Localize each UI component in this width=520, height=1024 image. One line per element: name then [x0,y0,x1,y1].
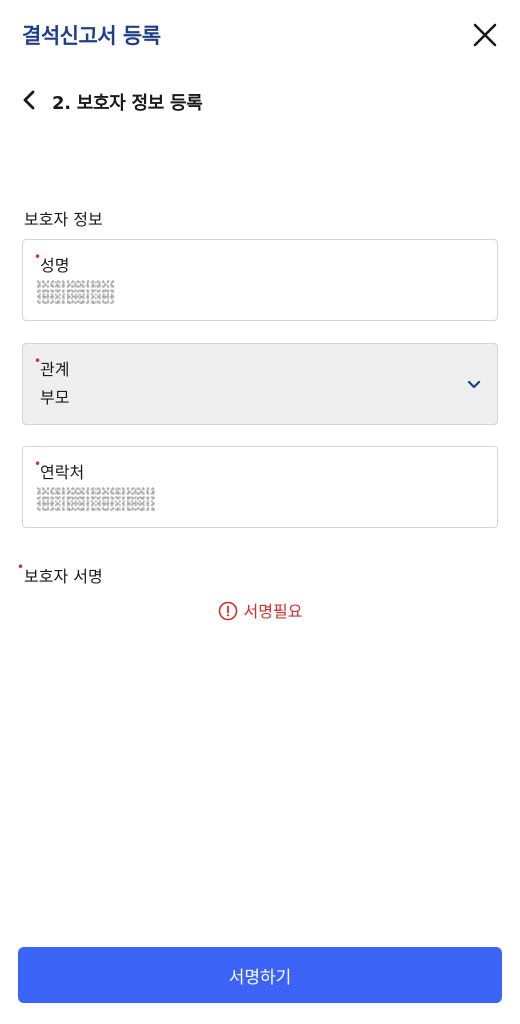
signature-label: • 보호자 서명 [17,560,103,587]
sign-button[interactable]: 서명하기 [18,947,502,1003]
section-title: 보호자 정보 [24,210,103,229]
chevron-left-icon[interactable] [18,88,42,112]
signature-status-text: 서명필요 [243,602,303,621]
relation-value: 부모 [40,388,70,407]
phone-label: • 연락처 [34,457,85,483]
masked-name-value [37,280,115,304]
relation-select[interactable]: • 관계 부모 [22,343,498,425]
signature-label-text: 보호자 서명 [24,567,103,586]
relation-label: • 관계 [34,354,70,380]
guardian-name-field[interactable]: • 성명 [22,239,498,321]
close-icon[interactable] [470,20,500,50]
guardian-phone-field[interactable]: • 연락처 [22,446,498,528]
required-mark: • [34,354,42,368]
page-title: 결석신고서 등록 [22,24,161,48]
required-mark: • [34,457,42,471]
required-mark: • [34,250,42,264]
header: 결석신고서 등록 [0,0,520,72]
alert-circle-icon [218,601,238,621]
name-label: • 성명 [34,250,70,276]
required-mark: • [17,560,25,574]
masked-phone-value [37,487,155,511]
name-label-text: 성명 [40,256,70,275]
step-header: 2. 보호자 정보 등록 [0,82,520,122]
signature-required-status: 서명필요 [0,598,520,622]
step-title: 2. 보호자 정보 등록 [52,93,203,114]
relation-label-text: 관계 [40,360,70,379]
chevron-down-icon[interactable] [467,377,481,391]
phone-label-text: 연락처 [40,463,85,482]
